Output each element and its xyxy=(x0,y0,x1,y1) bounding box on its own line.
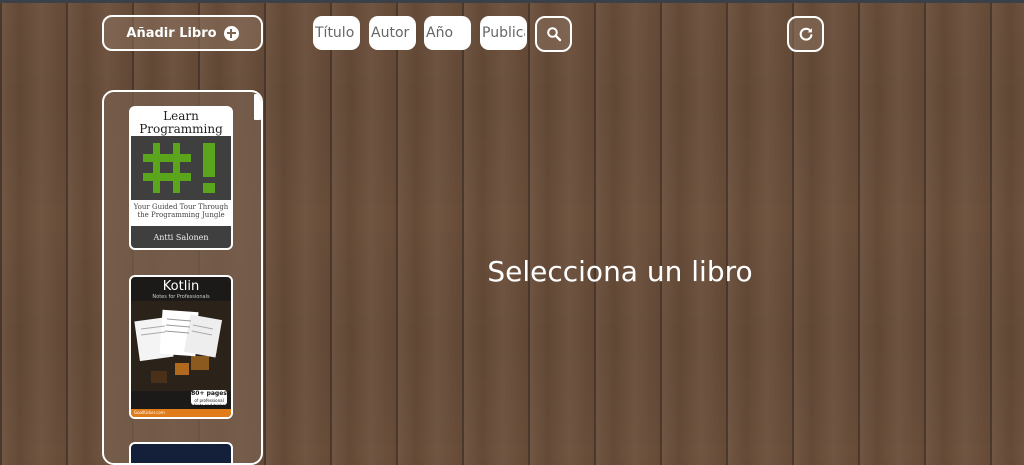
book-cover-title: Kotlin xyxy=(162,279,200,294)
add-book-button[interactable]: Añadir Libro xyxy=(102,15,263,51)
refresh-icon xyxy=(799,27,812,41)
add-book-label: Añadir Libro xyxy=(126,25,217,41)
search-button[interactable] xyxy=(535,16,572,52)
title-filter-input[interactable] xyxy=(313,16,360,50)
year-filter-input[interactable] xyxy=(424,16,471,50)
book-cover-author: Antti Salonen xyxy=(131,226,231,248)
book-list-scrollbar[interactable] xyxy=(254,94,261,120)
book-cover-subtitle: Your Guided Tour Through the Programming… xyxy=(133,203,229,219)
publication-filter-input[interactable] xyxy=(480,16,527,50)
book-cover-title: Learn Programming xyxy=(139,109,223,136)
book-cover-footer: GoalKicker.com xyxy=(131,409,231,417)
book-list-panel[interactable]: Learn Programming Your Guided Tour Throu… xyxy=(102,90,263,465)
book-card[interactable] xyxy=(129,442,233,463)
search-icon xyxy=(546,27,561,42)
refresh-button[interactable] xyxy=(787,16,824,52)
kotlin-cover-art xyxy=(131,301,231,391)
book-card[interactable]: Learn Programming Your Guided Tour Throu… xyxy=(129,106,233,250)
book-cover-subtitle: Notes for Professionals xyxy=(152,294,210,300)
empty-selection-message: Selecciona un libro xyxy=(487,255,753,288)
book-card[interactable]: Kotlin Notes for Professionals 80+ pages… xyxy=(129,275,233,419)
plus-circle-icon xyxy=(223,25,239,41)
author-filter-input[interactable] xyxy=(369,16,416,50)
book-cover-badge: 80+ pages of professional hints and tric… xyxy=(191,390,227,408)
window-top-border xyxy=(0,0,1024,3)
hash-bang-cover-art xyxy=(131,136,231,200)
